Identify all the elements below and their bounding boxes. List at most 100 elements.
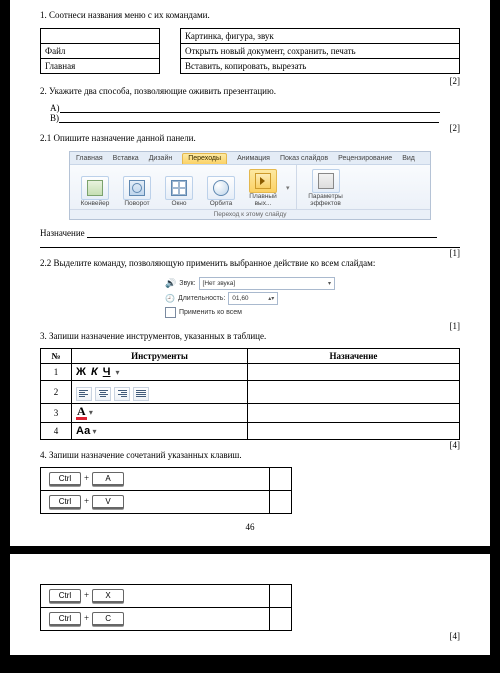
ribbon-tab: Показ слайдов xyxy=(280,153,328,164)
underline-icon: Ч xyxy=(103,366,111,378)
answer-cell xyxy=(269,585,291,608)
shortcuts-table-2: Ctrl+X Ctrl+C xyxy=(40,584,292,631)
q2-points: [2] xyxy=(40,123,460,133)
tool-cell-alignment xyxy=(72,381,248,404)
ribbon-tab: Дизайн xyxy=(149,153,173,164)
q4-prompt: 4. Запиши назначение сочетаний указанных… xyxy=(40,450,460,462)
q2-1-points: [1] xyxy=(40,248,460,258)
dropdown-icon: ▾ xyxy=(115,368,119,377)
shortcut-cell: Ctrl+C xyxy=(41,608,270,631)
q3-prompt: 3. Запиши назначение инструментов, указа… xyxy=(40,331,460,343)
key: Ctrl xyxy=(49,612,81,626)
answer-cell xyxy=(247,364,459,381)
q1-right-table: Картинка, фигура, звук Открыть новый док… xyxy=(180,28,460,74)
apply-all-label: Применить ко всем xyxy=(179,309,242,316)
ribbon-tab: Рецензирование xyxy=(338,153,392,164)
duration-label: Длительность: xyxy=(178,295,225,302)
speaker-icon: 🔊 xyxy=(165,278,176,289)
q1-left-table: Файл Главная xyxy=(40,28,160,74)
key: C xyxy=(92,612,124,626)
worksheet-page-1: 1. Соотнеси названия меню с их командами… xyxy=(10,0,490,546)
key: Ctrl xyxy=(49,589,81,603)
ribbon-tabs: Главная Вставка Дизайн Переходы Анимация… xyxy=(70,152,430,165)
tool-cell-bold-italic-underline: Ж К Ч ▾ xyxy=(72,364,248,381)
q1-right-1: Открыть новый документ, сохранить, печат… xyxy=(181,43,460,58)
answer-cell xyxy=(247,422,459,439)
apply-all-checkbox xyxy=(165,307,176,318)
powerpoint-ribbon: Главная Вставка Дизайн Переходы Анимация… xyxy=(69,151,431,220)
q1-right-2: Вставить, копировать, вырезать xyxy=(181,58,460,73)
tools-table: № Инструменты Назначение 1 Ж К Ч ▾ 2 xyxy=(40,348,460,439)
blank-line xyxy=(59,113,439,123)
q1-left-0: Файл xyxy=(41,43,160,58)
worksheet-page-2: Ctrl+X Ctrl+C [4] xyxy=(10,554,490,655)
ribbon-btn-orbit: Орбита xyxy=(202,176,240,208)
dropdown-icon: ▾ xyxy=(92,427,96,436)
tool-cell-font-color: А ▾ xyxy=(72,403,248,422)
key: A xyxy=(92,472,124,486)
q2-2-prompt: 2.2 Выделите команду, позволяющую примен… xyxy=(40,258,460,270)
shortcut-cell: Ctrl+X xyxy=(41,585,270,608)
play-icon xyxy=(255,173,271,189)
align-right-icon xyxy=(114,387,130,401)
window-icon xyxy=(171,180,187,196)
align-left-icon xyxy=(76,387,92,401)
row-num: 4 xyxy=(41,422,72,439)
italic-icon: К xyxy=(91,366,98,378)
transition-options-panel: 🔊 Звук: [Нет звука]▾ 🕘 Длительность: 01,… xyxy=(165,276,335,319)
change-case-icon: Аа xyxy=(76,425,90,437)
bold-icon: Ж xyxy=(76,366,86,378)
q1-left-1: Главная xyxy=(41,58,160,73)
answer-cell xyxy=(247,403,459,422)
ribbon-btn-window: Окно xyxy=(160,176,198,208)
answer-cell xyxy=(269,491,291,514)
conveyor-icon xyxy=(87,180,103,196)
page-number: 46 xyxy=(40,522,460,532)
orbit-icon xyxy=(213,180,229,196)
th-num: № xyxy=(41,349,72,364)
q3-points: [4] xyxy=(40,440,460,450)
sound-label: Звук: xyxy=(179,280,195,287)
answer-cell xyxy=(269,468,291,491)
answer-label: Назначение xyxy=(40,228,85,238)
q2-a-label: А) xyxy=(50,103,60,113)
answer-cell xyxy=(247,381,459,404)
q2-1-prompt: 2.1 Опишите назначение данной панели. xyxy=(40,133,460,145)
shortcut-cell: Ctrl+V xyxy=(41,491,270,514)
blank-line xyxy=(60,103,440,113)
key: X xyxy=(92,589,124,603)
ribbon-btn-smooth-selected: Плавный вых... xyxy=(244,169,282,207)
th-tool: Инструменты xyxy=(72,349,248,364)
shortcut-cell: Ctrl+A xyxy=(41,468,270,491)
ribbon-tab: Вид xyxy=(402,153,415,164)
q1-right-0: Картинка, фигура, звук xyxy=(181,28,460,43)
ribbon-tab: Вставка xyxy=(113,153,139,164)
effects-icon xyxy=(318,173,334,189)
q1-points: [2] xyxy=(40,76,460,86)
answer-cell xyxy=(269,608,291,631)
dropdown-icon: ▾ xyxy=(89,408,93,417)
q2-b-label: В) xyxy=(50,113,59,123)
ribbon-tab-active: Переходы xyxy=(182,153,227,164)
blank-line xyxy=(87,228,437,238)
ribbon-tab: Главная xyxy=(76,153,103,164)
q4-points: [4] xyxy=(40,631,460,641)
rotate-icon xyxy=(129,180,145,196)
row-num: 2 xyxy=(41,381,72,404)
shortcuts-table-1: Ctrl+A Ctrl+V xyxy=(40,467,292,514)
tool-cell-change-case: Аа ▾ xyxy=(72,422,248,439)
q1-prompt: 1. Соотнеси названия меню с их командами… xyxy=(40,10,460,22)
ribbon-btn-effects: Параметры эффектов xyxy=(303,169,349,207)
ribbon-btn-rotate: Поворот xyxy=(118,176,156,208)
blank-line xyxy=(40,238,460,248)
q2-prompt: 2. Укажите два способа, позволяющие ожив… xyxy=(40,86,460,98)
duration-spinner: 01,60▴▾ xyxy=(228,292,278,305)
align-justify-icon xyxy=(133,387,149,401)
key: V xyxy=(92,495,124,509)
clock-icon: 🕘 xyxy=(165,294,175,303)
ribbon-tab: Анимация xyxy=(237,153,270,164)
row-num: 1 xyxy=(41,364,72,381)
row-num: 3 xyxy=(41,403,72,422)
th-use: Назначение xyxy=(247,349,459,364)
ribbon-group-label: Переход к этому слайду xyxy=(70,209,430,219)
